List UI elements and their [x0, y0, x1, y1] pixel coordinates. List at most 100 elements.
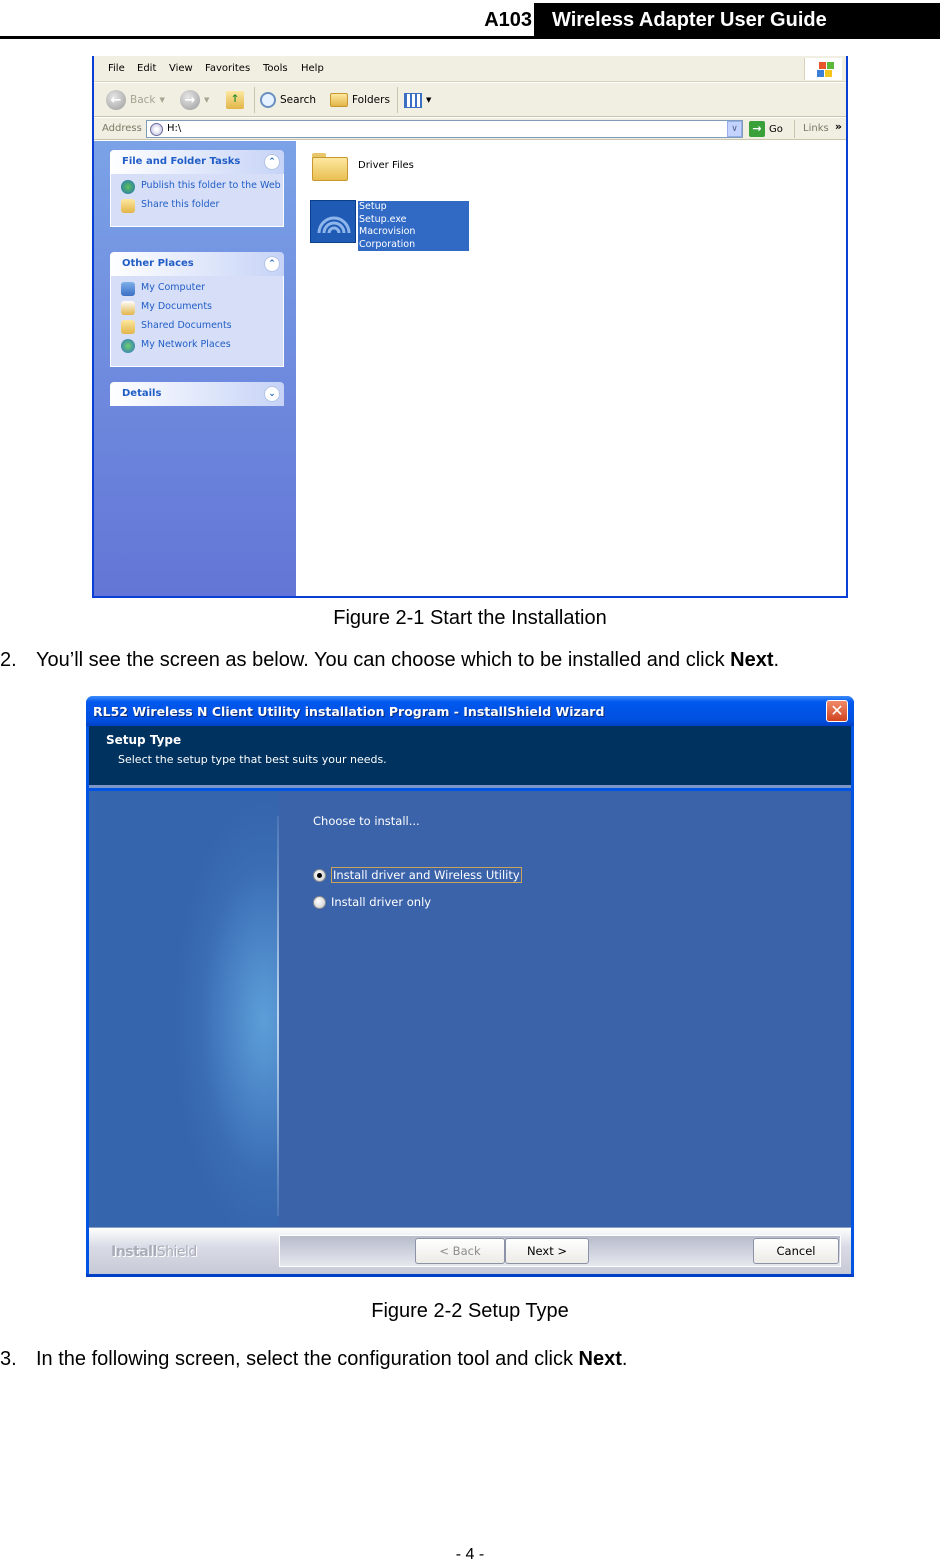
search-button[interactable]: Search	[260, 89, 316, 111]
place-label: My Computer	[141, 282, 206, 293]
setup-company: Macrovision Corporation	[359, 226, 416, 250]
collapse-chevron-icon[interactable]: ⌃	[264, 256, 280, 272]
network-icon	[121, 339, 135, 353]
back-arrow-icon: ←	[106, 90, 126, 110]
place-network[interactable]: My Network Places	[121, 339, 283, 353]
banner-title: Setup Type	[106, 733, 182, 747]
dialog-title: RL52 Wireless N Client Utility installat…	[93, 704, 605, 719]
views-button[interactable]: ▼	[404, 89, 431, 111]
toolbar-separator	[254, 87, 255, 113]
close-button[interactable]: ✕	[826, 700, 848, 722]
back-dropdown-icon: ▼	[159, 96, 165, 104]
brand-light: Shield	[156, 1244, 198, 1260]
dialog-title-bar: RL52 Wireless N Client Utility installat…	[86, 696, 854, 726]
share-folder-icon	[121, 199, 135, 213]
step-text-body: You’ll see the screen as below. You can …	[36, 649, 731, 671]
panel-title: Details	[122, 388, 162, 399]
panel-header[interactable]: Details ⌄	[110, 382, 284, 406]
panel-header[interactable]: Other Places ⌃	[110, 252, 284, 276]
search-label: Search	[280, 94, 317, 106]
menu-tools[interactable]: Tools	[263, 63, 288, 74]
forward-arrow-icon: →	[180, 90, 200, 110]
panel-file-folder-tasks: File and Folder Tasks ⌃ Publish this fol…	[110, 150, 284, 227]
radio-button-selected[interactable]	[313, 868, 326, 882]
go-button[interactable]: → Go	[749, 121, 783, 137]
step-number: 2.	[0, 649, 17, 671]
folder-body	[312, 157, 348, 181]
header-rule	[0, 36, 940, 39]
logo-green	[827, 62, 834, 69]
cd-drive-icon	[150, 123, 163, 136]
panel-other-places: Other Places ⌃ My Computer My Documents …	[110, 252, 284, 367]
forward-button[interactable]: → ▼	[180, 89, 209, 111]
step-text-body: In the following screen, select the conf…	[36, 1348, 579, 1370]
logo-blue	[817, 70, 824, 77]
menu-edit[interactable]: Edit	[137, 63, 156, 74]
task-publish-folder[interactable]: Publish this folder to the Web	[121, 180, 283, 194]
option-driver-only[interactable]: Install driver only	[313, 895, 431, 909]
setup-app-icon[interactable]	[310, 200, 356, 243]
wireless-signal-icon	[317, 216, 351, 234]
place-shared-documents[interactable]: Shared Documents	[121, 320, 283, 334]
model-label: A103	[484, 9, 532, 31]
address-dropdown-button[interactable]: ∨	[727, 121, 742, 137]
step-text-end: .	[773, 649, 780, 671]
address-label: Address	[102, 123, 142, 134]
expand-chevron-icon[interactable]: ⌄	[264, 386, 280, 402]
views-icon	[404, 92, 422, 108]
place-my-documents[interactable]: My Documents	[121, 301, 283, 315]
logo-red	[819, 62, 826, 69]
windows-logo-icon	[804, 58, 842, 80]
step-text: In the following screen, select the conf…	[36, 1348, 627, 1371]
page-number: - 4 -	[455, 1546, 485, 1563]
panel-title: Other Places	[122, 258, 194, 269]
radio-button[interactable]	[313, 895, 326, 909]
links-button[interactable]: Links »	[794, 120, 846, 138]
menu-file[interactable]: File	[108, 63, 125, 74]
setup-file-label[interactable]: Setup Setup.exe Macrovision Corporation	[358, 201, 469, 251]
documents-icon	[121, 301, 135, 315]
panel-body: Publish this folder to the Web Share thi…	[110, 174, 284, 227]
address-value: H:\	[167, 123, 182, 134]
place-label: My Documents	[141, 301, 213, 312]
step-text-bold: Next	[578, 1348, 622, 1370]
menu-favorites[interactable]: Favorites	[205, 63, 250, 74]
folders-button[interactable]: Folders	[330, 89, 390, 111]
setup-filename: Setup.exe	[359, 213, 407, 225]
folder-icon[interactable]	[312, 149, 348, 181]
dialog-content: Choose to install... Install driver and …	[279, 791, 851, 1227]
back-button[interactable]: < Back	[415, 1238, 505, 1264]
dialog-side-graphic	[89, 791, 279, 1227]
menu-view[interactable]: View	[169, 63, 193, 74]
globe-icon	[121, 180, 135, 194]
dialog-footer: InstallShield < Back Next > Cancel	[89, 1227, 851, 1274]
step-number: 3.	[0, 1348, 17, 1370]
brand-bold: Install	[111, 1244, 157, 1260]
panel-header[interactable]: File and Folder Tasks ⌃	[110, 150, 284, 174]
panel-title: File and Folder Tasks	[122, 156, 241, 167]
explorer-window-screenshot: File Edit View Favorites Tools Help ← Ba…	[92, 56, 848, 598]
cancel-button[interactable]: Cancel	[753, 1238, 839, 1264]
up-folder-button[interactable]: ↑	[226, 89, 244, 111]
task-share-folder[interactable]: Share this folder	[121, 199, 283, 213]
place-label: My Network Places	[141, 339, 231, 350]
go-label: Go	[769, 123, 783, 135]
logo-yellow	[825, 70, 832, 77]
collapse-chevron-icon[interactable]: ⌃	[264, 154, 280, 170]
option-driver-and-utility[interactable]: Install driver and Wireless Utility	[313, 867, 522, 883]
figure-caption-1: Figure 2-1 Start the Installation	[333, 607, 607, 629]
links-label: Links	[803, 123, 829, 134]
banner-subtitle: Select the setup type that best suits yo…	[118, 753, 387, 766]
place-label: Shared Documents	[141, 320, 232, 331]
chevron-right-icon: »	[834, 120, 842, 133]
back-button[interactable]: ← Back ▼	[106, 89, 165, 111]
next-button[interactable]: Next >	[505, 1238, 589, 1264]
place-my-computer[interactable]: My Computer	[121, 282, 283, 296]
menu-help[interactable]: Help	[301, 63, 324, 74]
back-label: Back	[130, 94, 156, 106]
step-text-bold: Next	[730, 649, 774, 671]
folders-label: Folders	[352, 94, 390, 106]
address-input[interactable]: H:\	[146, 120, 743, 138]
forward-dropdown-icon: ▼	[204, 96, 210, 104]
folder-driver-files[interactable]: Driver Files	[358, 160, 414, 171]
